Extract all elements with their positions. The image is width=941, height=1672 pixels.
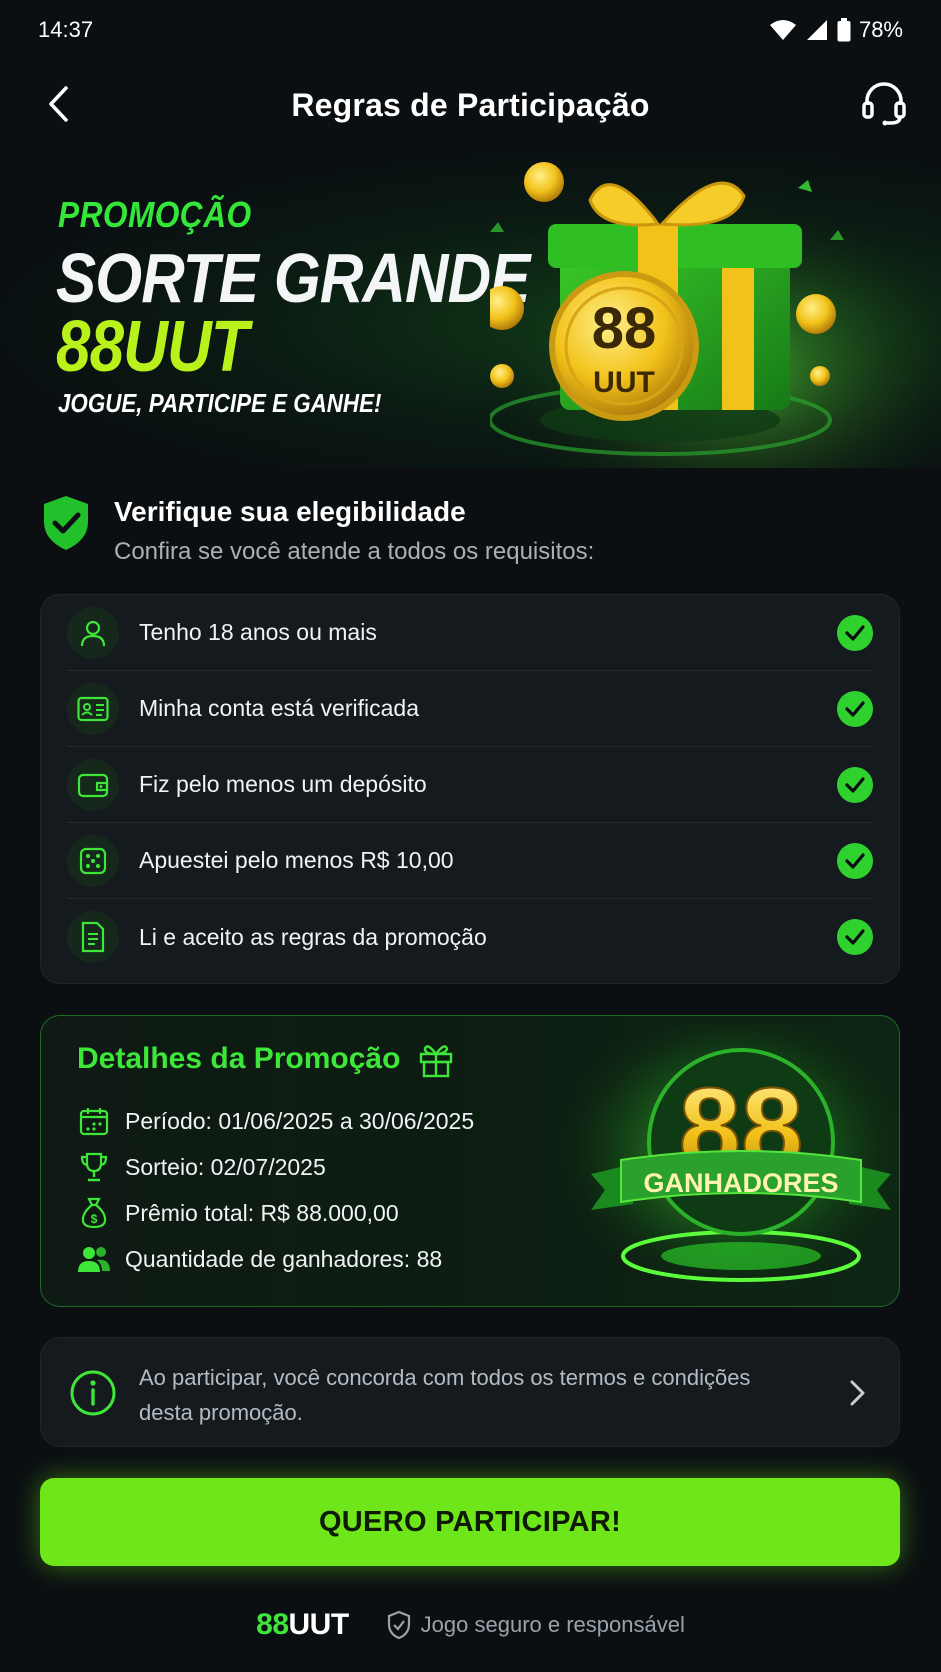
promo-banner: PROMOÇÃO SORTE GRANDE 88UUT JOGUE, PARTI… bbox=[0, 150, 941, 468]
back-button[interactable] bbox=[36, 82, 80, 126]
detail-row-winners: Quantidade de ganhadores: 88 bbox=[77, 1242, 442, 1276]
page-title: Regras de Participação bbox=[291, 86, 650, 123]
detail-text: Prêmio total: R$ 88.000,00 bbox=[125, 1199, 399, 1226]
requirement-label: Apuestei pelo menos R$ 10,00 bbox=[139, 847, 454, 873]
check-icon bbox=[837, 843, 873, 879]
signal-icon bbox=[806, 20, 827, 40]
detail-row-draw: Sorteio: 02/07/2025 bbox=[77, 1150, 326, 1184]
detail-row-prize: $ Prêmio total: R$ 88.000,00 bbox=[77, 1196, 399, 1230]
brand-logo: 88UUT bbox=[256, 1608, 349, 1642]
battery-icon bbox=[837, 18, 851, 42]
banner-title-line2: 88UUT bbox=[56, 307, 249, 387]
document-icon bbox=[67, 911, 119, 963]
logo-number: 88 bbox=[256, 1608, 289, 1641]
headset-icon bbox=[862, 82, 906, 126]
svg-text:$: $ bbox=[91, 1212, 98, 1226]
chevron-left-icon bbox=[49, 86, 68, 122]
footer: 88UUT Jogo seguro e responsável bbox=[0, 1600, 941, 1650]
user-icon bbox=[67, 606, 119, 659]
users-icon bbox=[77, 1242, 111, 1276]
terms-notice[interactable]: Ao participar, você concorda com todos o… bbox=[40, 1337, 900, 1447]
requirement-item-age[interactable]: Tenho 18 anos ou mais bbox=[67, 595, 873, 671]
participate-button[interactable]: QUERO PARTICIPAR! bbox=[40, 1478, 900, 1566]
info-icon bbox=[70, 1370, 116, 1416]
gift-box-illustration: 88 UUT bbox=[490, 150, 941, 468]
battery-percent: 78% bbox=[858, 17, 903, 42]
wifi-icon bbox=[769, 20, 796, 40]
check-icon bbox=[837, 615, 873, 651]
banner-promo-label: PROMOÇÃO bbox=[58, 194, 252, 235]
badge-ribbon-text: GANHADORES bbox=[643, 1168, 838, 1198]
terms-text: Ao participar, você concorda com todos o… bbox=[139, 1365, 751, 1425]
requirement-item-verified[interactable]: Minha conta está verificada bbox=[67, 671, 873, 747]
safe-play-text: Jogo seguro e responsável bbox=[420, 1612, 685, 1637]
coin-number: 88 bbox=[592, 296, 657, 361]
calendar-icon bbox=[77, 1104, 111, 1138]
check-icon bbox=[837, 919, 873, 955]
requirement-label: Li e aceito as regras da promoção bbox=[139, 923, 487, 950]
detail-text: Sorteio: 02/07/2025 bbox=[125, 1153, 326, 1180]
check-icon bbox=[837, 767, 873, 803]
detail-text: Quantidade de ganhadores: 88 bbox=[125, 1245, 443, 1272]
winners-badge: 88 GANHADORES bbox=[561, 1024, 899, 1304]
status-time: 14:37 bbox=[38, 17, 94, 42]
coin-text: UUT bbox=[593, 366, 655, 399]
trophy-icon bbox=[77, 1150, 111, 1184]
id-card-icon bbox=[67, 682, 119, 735]
eligibility-heading: Verifique sua elegibilidade bbox=[114, 496, 466, 527]
money-bag-icon: $ bbox=[77, 1196, 111, 1230]
chevron-right-icon bbox=[850, 1380, 865, 1406]
gift-icon bbox=[419, 1045, 453, 1078]
detail-row-period: Período: 01/06/2025 a 30/06/2025 bbox=[77, 1104, 474, 1138]
safe-play-notice: Jogo seguro e responsável bbox=[387, 1610, 685, 1640]
detail-text: Período: 01/06/2025 a 30/06/2025 bbox=[125, 1107, 475, 1134]
promotion-details-card: Detalhes da Promoção Período: 01/06/2025… bbox=[40, 1015, 900, 1307]
shield-check-icon bbox=[44, 496, 88, 550]
support-button[interactable] bbox=[859, 78, 909, 128]
status-bar: 14:37 78% bbox=[0, 0, 941, 60]
requirement-item-bet[interactable]: Apuestei pelo menos R$ 10,00 bbox=[67, 823, 873, 899]
eligibility-section: Verifique sua elegibilidade Confira se v… bbox=[40, 492, 900, 572]
requirement-item-rules[interactable]: Li e aceito as regras da promoção bbox=[67, 899, 873, 975]
requirement-label: Tenho 18 anos ou mais bbox=[139, 619, 377, 645]
requirements-list: Tenho 18 anos ou mais Minha conta está v… bbox=[40, 594, 900, 984]
details-title: Detalhes da Promoção bbox=[77, 1042, 401, 1075]
requirement-label: Minha conta está verificada bbox=[139, 695, 419, 721]
logo-text: UUT bbox=[288, 1608, 350, 1641]
dice-icon bbox=[67, 834, 119, 887]
eligibility-subheading: Confira se você atende a todos os requis… bbox=[114, 538, 595, 565]
wallet-icon bbox=[67, 758, 119, 811]
shield-icon bbox=[387, 1610, 410, 1640]
requirement-label: Fiz pelo menos um depósito bbox=[139, 771, 427, 797]
status-icons: 78% bbox=[769, 17, 903, 43]
banner-tagline: JOGUE, PARTICIPE E GANHE! bbox=[58, 388, 382, 418]
top-app-bar: Regras de Participação bbox=[0, 60, 941, 150]
requirement-item-deposit[interactable]: Fiz pelo menos um depósito bbox=[67, 747, 873, 823]
check-icon bbox=[837, 691, 873, 727]
